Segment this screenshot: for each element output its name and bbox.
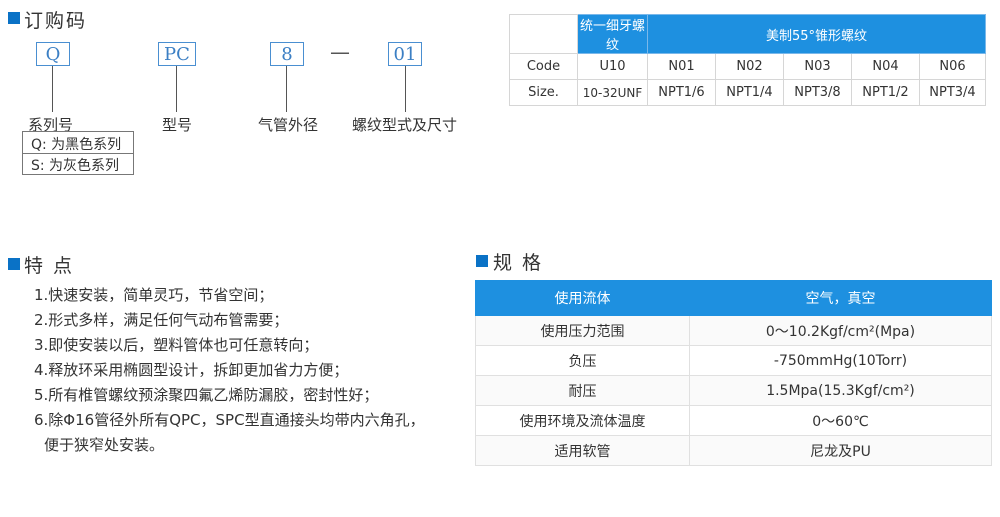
spec-row: 使用环境及流体温度 0～60℃ — [475, 405, 992, 436]
section-marker-icon — [476, 255, 488, 267]
spec-label: 适用软管 — [475, 435, 690, 466]
code-cell: N06 — [919, 53, 986, 80]
thread-code-header-row: 统一细牙螺纹 美制55°锥形螺纹 — [509, 14, 986, 54]
spec-header-label: 使用流体 — [475, 280, 690, 316]
size-cell: NPT1/6 — [647, 79, 716, 106]
thread-code-table: 统一细牙螺纹 美制55°锥形螺纹 Code U10 N01 N02 N03 N0… — [509, 14, 986, 106]
code-cell: N04 — [851, 53, 920, 80]
code-cell: N01 — [647, 53, 716, 80]
series-options-box: Q: 为黑色系列 S: 为灰色系列 — [22, 131, 134, 175]
leader-line-tube-od — [286, 66, 287, 112]
spec-row: 适用软管 尼龙及PU — [475, 435, 992, 466]
feature-item: 1.快速安装，简单灵巧，节省空间； — [34, 286, 274, 304]
features-title: 特 点 — [24, 255, 75, 277]
header-npt: 美制55°锥形螺纹 — [647, 14, 986, 54]
feature-item: 5.所有椎管螺纹预涂聚四氟乙烯防漏胶，密封性好； — [34, 386, 379, 404]
code-box-series: Q — [36, 42, 70, 66]
code-cell: Code — [509, 53, 578, 80]
series-option-gray: S: 为灰色系列 — [31, 158, 120, 174]
size-cell: NPT3/8 — [783, 79, 852, 106]
series-option-black: Q: 为黑色系列 — [31, 137, 122, 153]
size-cell: NPT1/4 — [715, 79, 784, 106]
header-unf: 统一细牙螺纹 — [577, 14, 648, 54]
spec-value: -750mmHg(10Torr) — [689, 345, 992, 376]
spec-value: 尼龙及PU — [689, 435, 992, 466]
order-code-title: 订购码 — [24, 10, 88, 32]
section-marker-icon — [8, 12, 20, 24]
leader-line-model — [176, 66, 177, 112]
size-cell: 10-32UNF — [577, 79, 648, 106]
code-box-tube-od: 8 — [270, 42, 304, 66]
spec-value: 0～60℃ — [689, 405, 992, 436]
size-cell: Size. — [509, 79, 578, 106]
size-cell: NPT1/2 — [851, 79, 920, 106]
feature-item: 便于狭窄处安装。 — [44, 436, 165, 454]
spec-label: 负压 — [475, 345, 690, 376]
series-option-divider — [23, 153, 133, 154]
spec-label: 使用压力范围 — [475, 315, 690, 346]
feature-item: 6.除Φ16管径外所有QPC，SPC型直通接头均带内六角孔， — [34, 411, 425, 429]
spec-value: 1.5Mpa(15.3Kgf/cm²) — [689, 375, 992, 406]
code-cell: U10 — [577, 53, 648, 80]
spec-table: 使用流体 空气，真空 使用压力范围 0～10.2Kgf/cm²(Mpa) 负压 … — [475, 280, 992, 466]
feature-item: 2.形式多样，满足任何气动布管需要； — [34, 311, 289, 329]
label-tube-od: 气管外径 — [258, 116, 319, 134]
leader-line-thread — [405, 66, 406, 112]
code-cell: N02 — [715, 53, 784, 80]
spec-title: 规 格 — [493, 252, 544, 274]
label-model: 型号 — [162, 116, 193, 134]
thread-code-row: Code U10 N01 N02 N03 N04 N06 — [509, 53, 986, 80]
spec-header-value: 空气，真空 — [689, 280, 992, 316]
spec-row: 耐压 1.5Mpa(15.3Kgf/cm²) — [475, 375, 992, 406]
leader-line-series — [52, 66, 53, 112]
thread-size-row: Size. 10-32UNF NPT1/6 NPT1/4 NPT3/8 NPT1… — [509, 79, 986, 106]
spec-row: 负压 -750mmHg(10Torr) — [475, 345, 992, 376]
label-thread: 螺纹型式及尺寸 — [352, 116, 458, 134]
code-dash: — — [330, 40, 350, 64]
thread-code-corner — [509, 14, 578, 54]
spec-row: 使用压力范围 0～10.2Kgf/cm²(Mpa) — [475, 315, 992, 346]
code-cell: N03 — [783, 53, 852, 80]
spec-header-row: 使用流体 空气，真空 — [475, 280, 992, 316]
section-marker-icon — [8, 258, 20, 270]
feature-item: 3.即使安装以后，塑料管体也可任意转向； — [34, 336, 319, 354]
size-cell: NPT3/4 — [919, 79, 986, 106]
spec-value: 0～10.2Kgf/cm²(Mpa) — [689, 315, 992, 346]
code-box-model: PC — [158, 42, 196, 66]
code-box-thread: 01 — [388, 42, 422, 66]
spec-label: 使用环境及流体温度 — [475, 405, 690, 436]
feature-item: 4.释放环采用椭圆型设计，拆卸更加省力方便； — [34, 361, 349, 379]
spec-label: 耐压 — [475, 375, 690, 406]
